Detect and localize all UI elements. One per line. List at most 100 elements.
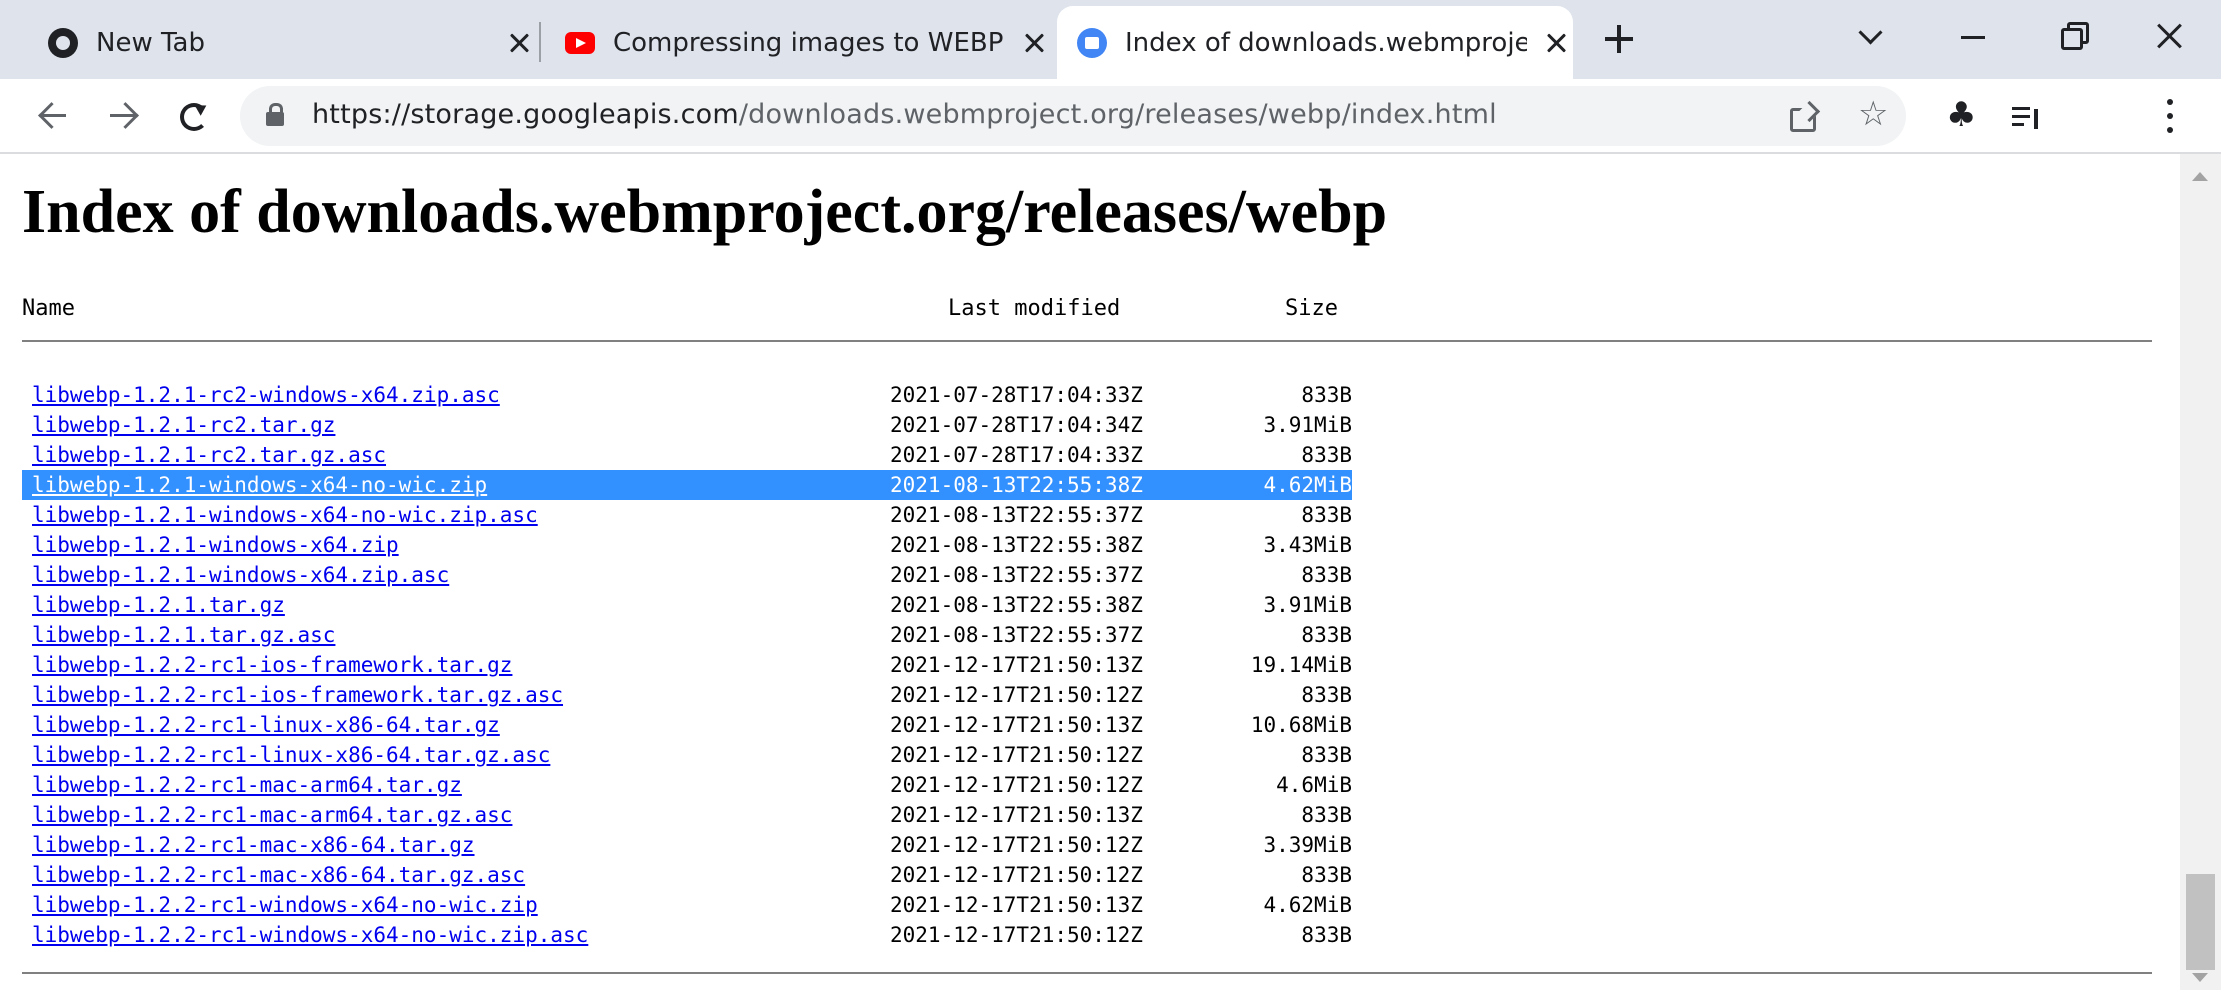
table-row: libwebp-1.2.1-windows-x64-no-wic.zip 2021… <box>22 470 1352 500</box>
scroll-up-arrow-icon[interactable] <box>2192 172 2208 181</box>
column-header-size: Size <box>1285 296 1338 321</box>
last-modified-cell: 2021-12-17T21:50:12Z <box>890 833 1143 857</box>
table-row: libwebp-1.2.2-rc1-windows-x64-no-wic.zip… <box>22 920 1352 950</box>
window-close-button[interactable] <box>2140 8 2200 64</box>
last-modified-cell: 2021-12-17T21:50:13Z <box>890 713 1143 737</box>
close-tab-icon[interactable] <box>1539 26 1573 60</box>
file-link[interactable]: libwebp-1.2.2-rc1-mac-arm64.tar.gz.asc <box>32 800 512 830</box>
file-link[interactable]: libwebp-1.2.2-rc1-linux-x86-64.tar.gz.as… <box>32 740 550 770</box>
file-link[interactable]: libwebp-1.2.2-rc1-mac-x86-64.tar.gz.asc <box>32 860 525 890</box>
share-icon[interactable] <box>1788 100 1820 132</box>
table-row: libwebp-1.2.1-windows-x64.zip 2021-08-13T… <box>22 530 1352 560</box>
file-link[interactable]: libwebp-1.2.1-windows-x64-no-wic.zip.asc <box>32 500 538 530</box>
size-cell: 4.62MiB <box>1263 893 1352 917</box>
file-link[interactable]: libwebp-1.2.1.tar.gz <box>32 590 285 620</box>
column-header-name: Name <box>22 296 75 321</box>
table-row: libwebp-1.2.2-rc1-mac-arm64.tar.gz 2021-1… <box>22 770 1352 800</box>
file-link[interactable]: libwebp-1.2.2-rc1-ios-framework.tar.gz.a… <box>32 680 563 710</box>
url-path: /downloads.webmproject.org/releases/webp… <box>738 99 1497 130</box>
file-link[interactable]: libwebp-1.2.1-windows-x64.zip.asc <box>32 560 449 590</box>
table-row: libwebp-1.2.2-rc1-mac-arm64.tar.gz.asc 20… <box>22 800 1352 830</box>
table-row: libwebp-1.2.1.tar.gz 2021-08-13T22:55:38Z… <box>22 590 1352 620</box>
file-link[interactable]: libwebp-1.2.2-rc1-windows-x64-no-wic.zip <box>32 890 538 920</box>
reload-icon[interactable] <box>170 93 216 139</box>
last-modified-cell: 2021-08-13T22:55:38Z <box>890 473 1143 497</box>
tab-search-chevron-icon[interactable] <box>1842 8 1902 64</box>
menu-kebab-icon[interactable] <box>2164 97 2174 137</box>
last-modified-cell: 2021-12-17T21:50:12Z <box>890 683 1143 707</box>
scrollbar-thumb[interactable] <box>2186 874 2215 970</box>
url-text[interactable]: https://storage.googleapis.com/downloads… <box>312 99 1497 130</box>
size-cell: 3.39MiB <box>1263 833 1352 857</box>
last-modified-cell: 2021-12-17T21:50:12Z <box>890 743 1143 767</box>
new-tab-button[interactable] <box>1598 18 1640 60</box>
lock-icon[interactable] <box>266 103 284 126</box>
page-title: Index of downloads.webmproject.org/relea… <box>22 178 1388 246</box>
minimize-button[interactable] <box>1944 8 2004 64</box>
extensions-puzzle-icon[interactable]: ♣ <box>1946 95 1976 135</box>
last-modified-cell: 2021-12-17T21:50:13Z <box>890 893 1143 917</box>
file-link[interactable]: libwebp-1.2.2-rc1-mac-arm64.tar.gz <box>32 770 462 800</box>
file-link[interactable]: libwebp-1.2.2-rc1-linux-x86-64.tar.gz <box>32 710 500 740</box>
cloud-storage-icon <box>1077 27 1107 58</box>
table-row: libwebp-1.2.2-rc1-windows-x64-no-wic.zip… <box>22 890 1352 920</box>
file-link[interactable]: libwebp-1.2.1-windows-x64.zip <box>32 530 399 560</box>
media-control-icon[interactable] <box>2012 101 2044 131</box>
tab-title: Index of downloads.webmproject <box>1125 27 1527 58</box>
size-cell: 4.62MiB <box>1263 473 1352 497</box>
vertical-scrollbar[interactable] <box>2180 154 2221 990</box>
tab-index-of-downloads[interactable]: Index of downloads.webmproject <box>1057 6 1573 79</box>
youtube-icon <box>565 28 595 58</box>
table-row: libwebp-1.2.1.tar.gz.asc 2021-08-13T22:55… <box>22 620 1352 650</box>
size-cell: 833B <box>1301 803 1352 827</box>
size-cell: 3.91MiB <box>1263 413 1352 437</box>
chrome-icon <box>48 27 78 58</box>
address-bar[interactable]: https://storage.googleapis.com/downloads… <box>240 86 1906 146</box>
table-row: libwebp-1.2.2-rc1-mac-x86-64.tar.gz 2021-… <box>22 830 1352 860</box>
table-row: libwebp-1.2.1-rc2.tar.gz 2021-07-28T17:04… <box>22 410 1352 440</box>
file-link[interactable]: libwebp-1.2.2-rc1-mac-x86-64.tar.gz <box>32 830 475 860</box>
forward-arrow-icon[interactable] <box>100 93 146 139</box>
file-link[interactable]: libwebp-1.2.1.tar.gz.asc <box>32 620 335 650</box>
last-modified-cell: 2021-08-13T22:55:37Z <box>890 503 1143 527</box>
size-cell: 10.68MiB <box>1250 713 1352 737</box>
column-header-last-modified: Last modified <box>948 296 1121 321</box>
table-row: libwebp-1.2.1-rc2-windows-x64.zip.asc 202… <box>22 380 1352 410</box>
file-link[interactable]: libwebp-1.2.1-rc2.tar.gz.asc <box>32 440 386 470</box>
file-link[interactable]: libwebp-1.2.1-rc2.tar.gz <box>32 410 335 440</box>
file-link[interactable]: libwebp-1.2.1-rc2-windows-x64.zip.asc <box>32 380 500 410</box>
size-cell: 833B <box>1301 563 1352 587</box>
last-modified-cell: 2021-08-13T22:55:37Z <box>890 623 1143 647</box>
size-cell: 833B <box>1301 683 1352 707</box>
close-tab-icon[interactable] <box>502 26 536 60</box>
bookmark-star-icon[interactable]: ☆ <box>1858 94 1888 134</box>
size-cell: 833B <box>1301 443 1352 467</box>
size-cell: 833B <box>1301 503 1352 527</box>
size-cell: 3.43MiB <box>1263 533 1352 557</box>
last-modified-cell: 2021-12-17T21:50:12Z <box>890 863 1143 887</box>
file-link[interactable]: libwebp-1.2.2-rc1-windows-x64-no-wic.zip… <box>32 920 588 950</box>
scroll-down-arrow-icon[interactable] <box>2192 973 2208 982</box>
page-content: Index of downloads.webmproject.org/relea… <box>0 154 2180 990</box>
size-cell: 833B <box>1301 623 1352 647</box>
file-link[interactable]: libwebp-1.2.2-rc1-ios-framework.tar.gz <box>32 650 512 680</box>
tab-compressing-images[interactable]: Compressing images to WEBP on <box>543 6 1051 79</box>
table-row: libwebp-1.2.1-rc2.tar.gz.asc 2021-07-28T1… <box>22 440 1352 470</box>
size-cell: 4.6MiB <box>1276 773 1352 797</box>
size-cell: 833B <box>1301 863 1352 887</box>
restore-button[interactable] <box>2043 8 2103 64</box>
table-row: libwebp-1.2.2-rc1-linux-x86-64.tar.gz 202… <box>22 710 1352 740</box>
tab-strip: New Tab Compressing images to WEBP on In… <box>0 0 2221 79</box>
last-modified-cell: 2021-12-17T21:50:13Z <box>890 803 1143 827</box>
tab-new-tab[interactable]: New Tab <box>28 6 536 79</box>
tab-title: New Tab <box>96 27 205 58</box>
tab-divider <box>539 22 541 62</box>
table-row: libwebp-1.2.2-rc1-linux-x86-64.tar.gz.as… <box>22 740 1352 770</box>
file-link[interactable]: libwebp-1.2.1-windows-x64-no-wic.zip <box>32 470 487 500</box>
size-cell: 833B <box>1301 383 1352 407</box>
last-modified-cell: 2021-07-28T17:04:33Z <box>890 443 1143 467</box>
back-arrow-icon[interactable] <box>30 93 76 139</box>
table-row: libwebp-1.2.2-rc1-ios-framework.tar.gz 20… <box>22 650 1352 680</box>
tab-title: Compressing images to WEBP on <box>613 27 1005 58</box>
close-tab-icon[interactable] <box>1017 26 1051 60</box>
